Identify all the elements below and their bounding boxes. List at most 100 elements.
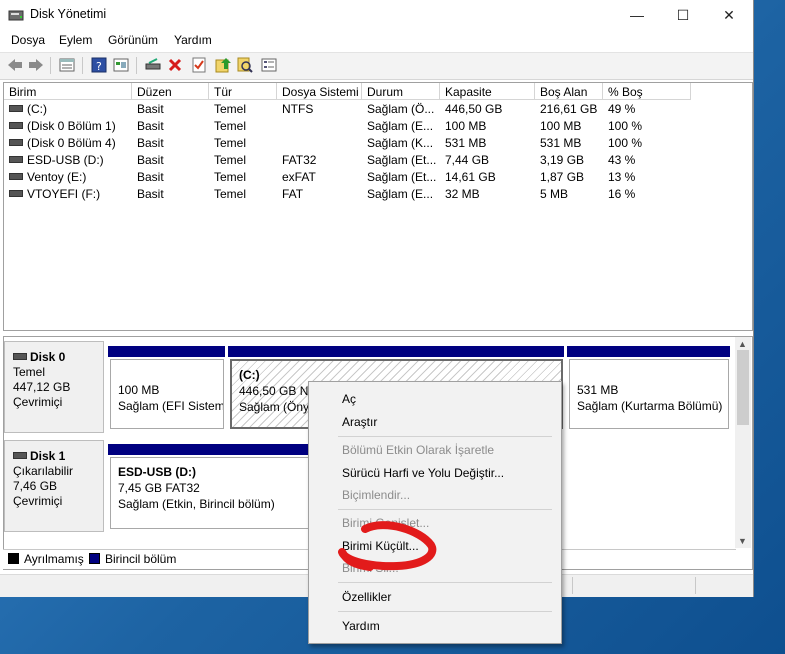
column-header-birim[interactable]: Birim xyxy=(4,83,132,100)
disk-0-label[interactable]: Disk 0 Temel 447,12 GB Çevrimiçi xyxy=(4,341,104,433)
drive-icon xyxy=(9,173,23,181)
disk-0-name: Disk 0 xyxy=(13,350,103,365)
volume-name-cell: (Disk 0 Bölüm 4) xyxy=(4,136,132,153)
ctx-open[interactable]: Aç xyxy=(342,390,356,408)
scroll-up-icon[interactable]: ▲ xyxy=(738,339,747,349)
cell-text: Temel xyxy=(214,119,247,133)
volume-list-icon[interactable] xyxy=(58,56,76,74)
connect-drive-icon[interactable] xyxy=(144,56,162,74)
table-cell: 3,19 GB xyxy=(535,153,603,170)
partition-bar xyxy=(108,444,318,455)
ctx-separator xyxy=(338,582,552,583)
table-cell: Basit xyxy=(132,187,209,204)
column-header-durum[interactable]: Durum xyxy=(362,83,440,100)
volume-name-cell: Ventoy (E:) xyxy=(4,170,132,187)
properties-icon[interactable] xyxy=(112,56,130,74)
partition-status: Sağlam (Kurtarma Bölümü) xyxy=(577,399,723,413)
cell-text: 216,61 GB xyxy=(540,102,598,116)
table-cell: Basit xyxy=(132,102,209,119)
column-header-tur[interactable]: Tür xyxy=(209,83,277,100)
column-header-kapasite[interactable]: Kapasite xyxy=(440,83,535,100)
forward-icon[interactable] xyxy=(27,56,45,74)
partition-size: 100 MB xyxy=(118,383,160,397)
table-cell: Sağlam (Ö... xyxy=(362,102,440,119)
partition-esd-usb[interactable]: ESD-USB (D:) 7,45 GB FAT32 Sağlam (Etkin… xyxy=(110,457,310,529)
table-cell: Sağlam (E... xyxy=(362,119,440,136)
disk-1-label[interactable]: Disk 1 Çıkarılabilir 7,46 GB Çevrimiçi xyxy=(4,440,104,532)
table-cell: Sağlam (E... xyxy=(362,187,440,204)
scroll-down-icon[interactable]: ▼ xyxy=(738,536,747,546)
ctx-help[interactable]: Yardım xyxy=(342,617,380,635)
column-header-duzen[interactable]: Düzen xyxy=(132,83,209,100)
close-button[interactable]: ✕ xyxy=(706,0,752,30)
disk-1-type: Çıkarılabilir xyxy=(13,464,74,478)
disk-icon xyxy=(13,452,27,460)
table-cell: Basit xyxy=(132,136,209,153)
disk-0-status: Çevrimiçi xyxy=(13,395,63,409)
cell-text: Temel xyxy=(214,102,247,116)
maximize-button[interactable]: ☐ xyxy=(660,0,706,30)
table-cell: exFAT xyxy=(277,170,362,187)
scrollbar-thumb[interactable] xyxy=(737,350,749,425)
ctx-format: Biçimlendir... xyxy=(342,488,411,502)
disk-1-name-text: Disk 1 xyxy=(30,449,66,463)
table-cell xyxy=(277,119,362,136)
menu-gorunum[interactable]: Görünüm xyxy=(108,33,158,47)
close-icon: ✕ xyxy=(723,6,735,23)
partition-bar xyxy=(108,346,225,357)
minimize-button[interactable]: — xyxy=(614,0,660,30)
ctx-change-drive-letter[interactable]: Sürücü Harfi ve Yolu Değiştir... xyxy=(342,464,504,482)
table-cell: 14,61 GB xyxy=(440,170,535,187)
list-view-icon[interactable] xyxy=(260,56,278,74)
column-header-yuzde-bos[interactable]: % Boş xyxy=(603,83,691,100)
menu-yardim[interactable]: Yardım xyxy=(174,33,212,47)
delete-icon[interactable] xyxy=(166,56,184,74)
drive-icon xyxy=(9,105,23,113)
search-icon[interactable] xyxy=(236,56,254,74)
volume-name-cell: VTOYEFI (F:) xyxy=(4,187,132,204)
cell-text: 7,44 GB xyxy=(445,153,490,167)
checklist-icon[interactable] xyxy=(190,56,208,74)
ctx-explore[interactable]: Araştır xyxy=(342,413,377,431)
column-header-bos-alan[interactable]: Boş Alan xyxy=(535,83,603,100)
table-cell: Sağlam (K... xyxy=(362,136,440,153)
partition-bar xyxy=(567,346,730,357)
partition-bar xyxy=(228,346,564,357)
cell-text: 446,50 GB xyxy=(445,102,503,116)
table-cell: 13 % xyxy=(603,170,691,187)
cell-text: exFAT xyxy=(282,170,316,184)
table-cell: Temel xyxy=(209,102,277,119)
help-icon[interactable]: ? xyxy=(90,56,108,74)
ctx-properties[interactable]: Özellikler xyxy=(342,588,391,606)
table-cell: FAT32 xyxy=(277,153,362,170)
table-cell: 5 MB xyxy=(535,187,603,204)
drive-icon xyxy=(9,122,23,130)
cell-text: 13 % xyxy=(608,170,636,184)
drive-icon xyxy=(9,139,23,147)
window-title: Disk Yönetimi xyxy=(30,7,107,21)
table-cell: 100 MB xyxy=(440,119,535,136)
table-cell: Temel xyxy=(209,170,277,187)
partition-efi[interactable]: 100 MB Sağlam (EFI Sistem B xyxy=(110,359,224,429)
cell-text: 43 % xyxy=(608,153,636,167)
drive-icon xyxy=(9,156,23,164)
cell-text: 531 MB xyxy=(445,136,487,150)
annotation-scribble xyxy=(338,521,437,571)
table-cell: NTFS xyxy=(277,102,362,119)
menu-eylem[interactable]: Eylem xyxy=(59,33,92,47)
table-cell: Sağlam (Et... xyxy=(362,170,440,187)
cell-text: 531 MB xyxy=(540,136,582,150)
menu-dosya[interactable]: Dosya xyxy=(11,33,45,47)
disk-0-name-text: Disk 0 xyxy=(30,350,66,364)
toolbar-separator xyxy=(82,57,83,74)
upload-icon[interactable] xyxy=(214,56,232,74)
cell-text: Basit xyxy=(137,187,164,201)
partition-recovery[interactable]: 531 MB Sağlam (Kurtarma Bölümü) xyxy=(569,359,729,429)
cell-text: FAT xyxy=(282,187,304,201)
column-header-dosya-sistemi[interactable]: Dosya Sistemi xyxy=(277,83,362,100)
cell-text: 3,19 GB xyxy=(540,153,585,167)
legend-label-unallocated: Ayrılmamış xyxy=(24,552,84,566)
status-divider xyxy=(695,577,696,594)
back-icon[interactable] xyxy=(6,56,24,74)
annotation-scribble-stroke xyxy=(338,521,437,571)
